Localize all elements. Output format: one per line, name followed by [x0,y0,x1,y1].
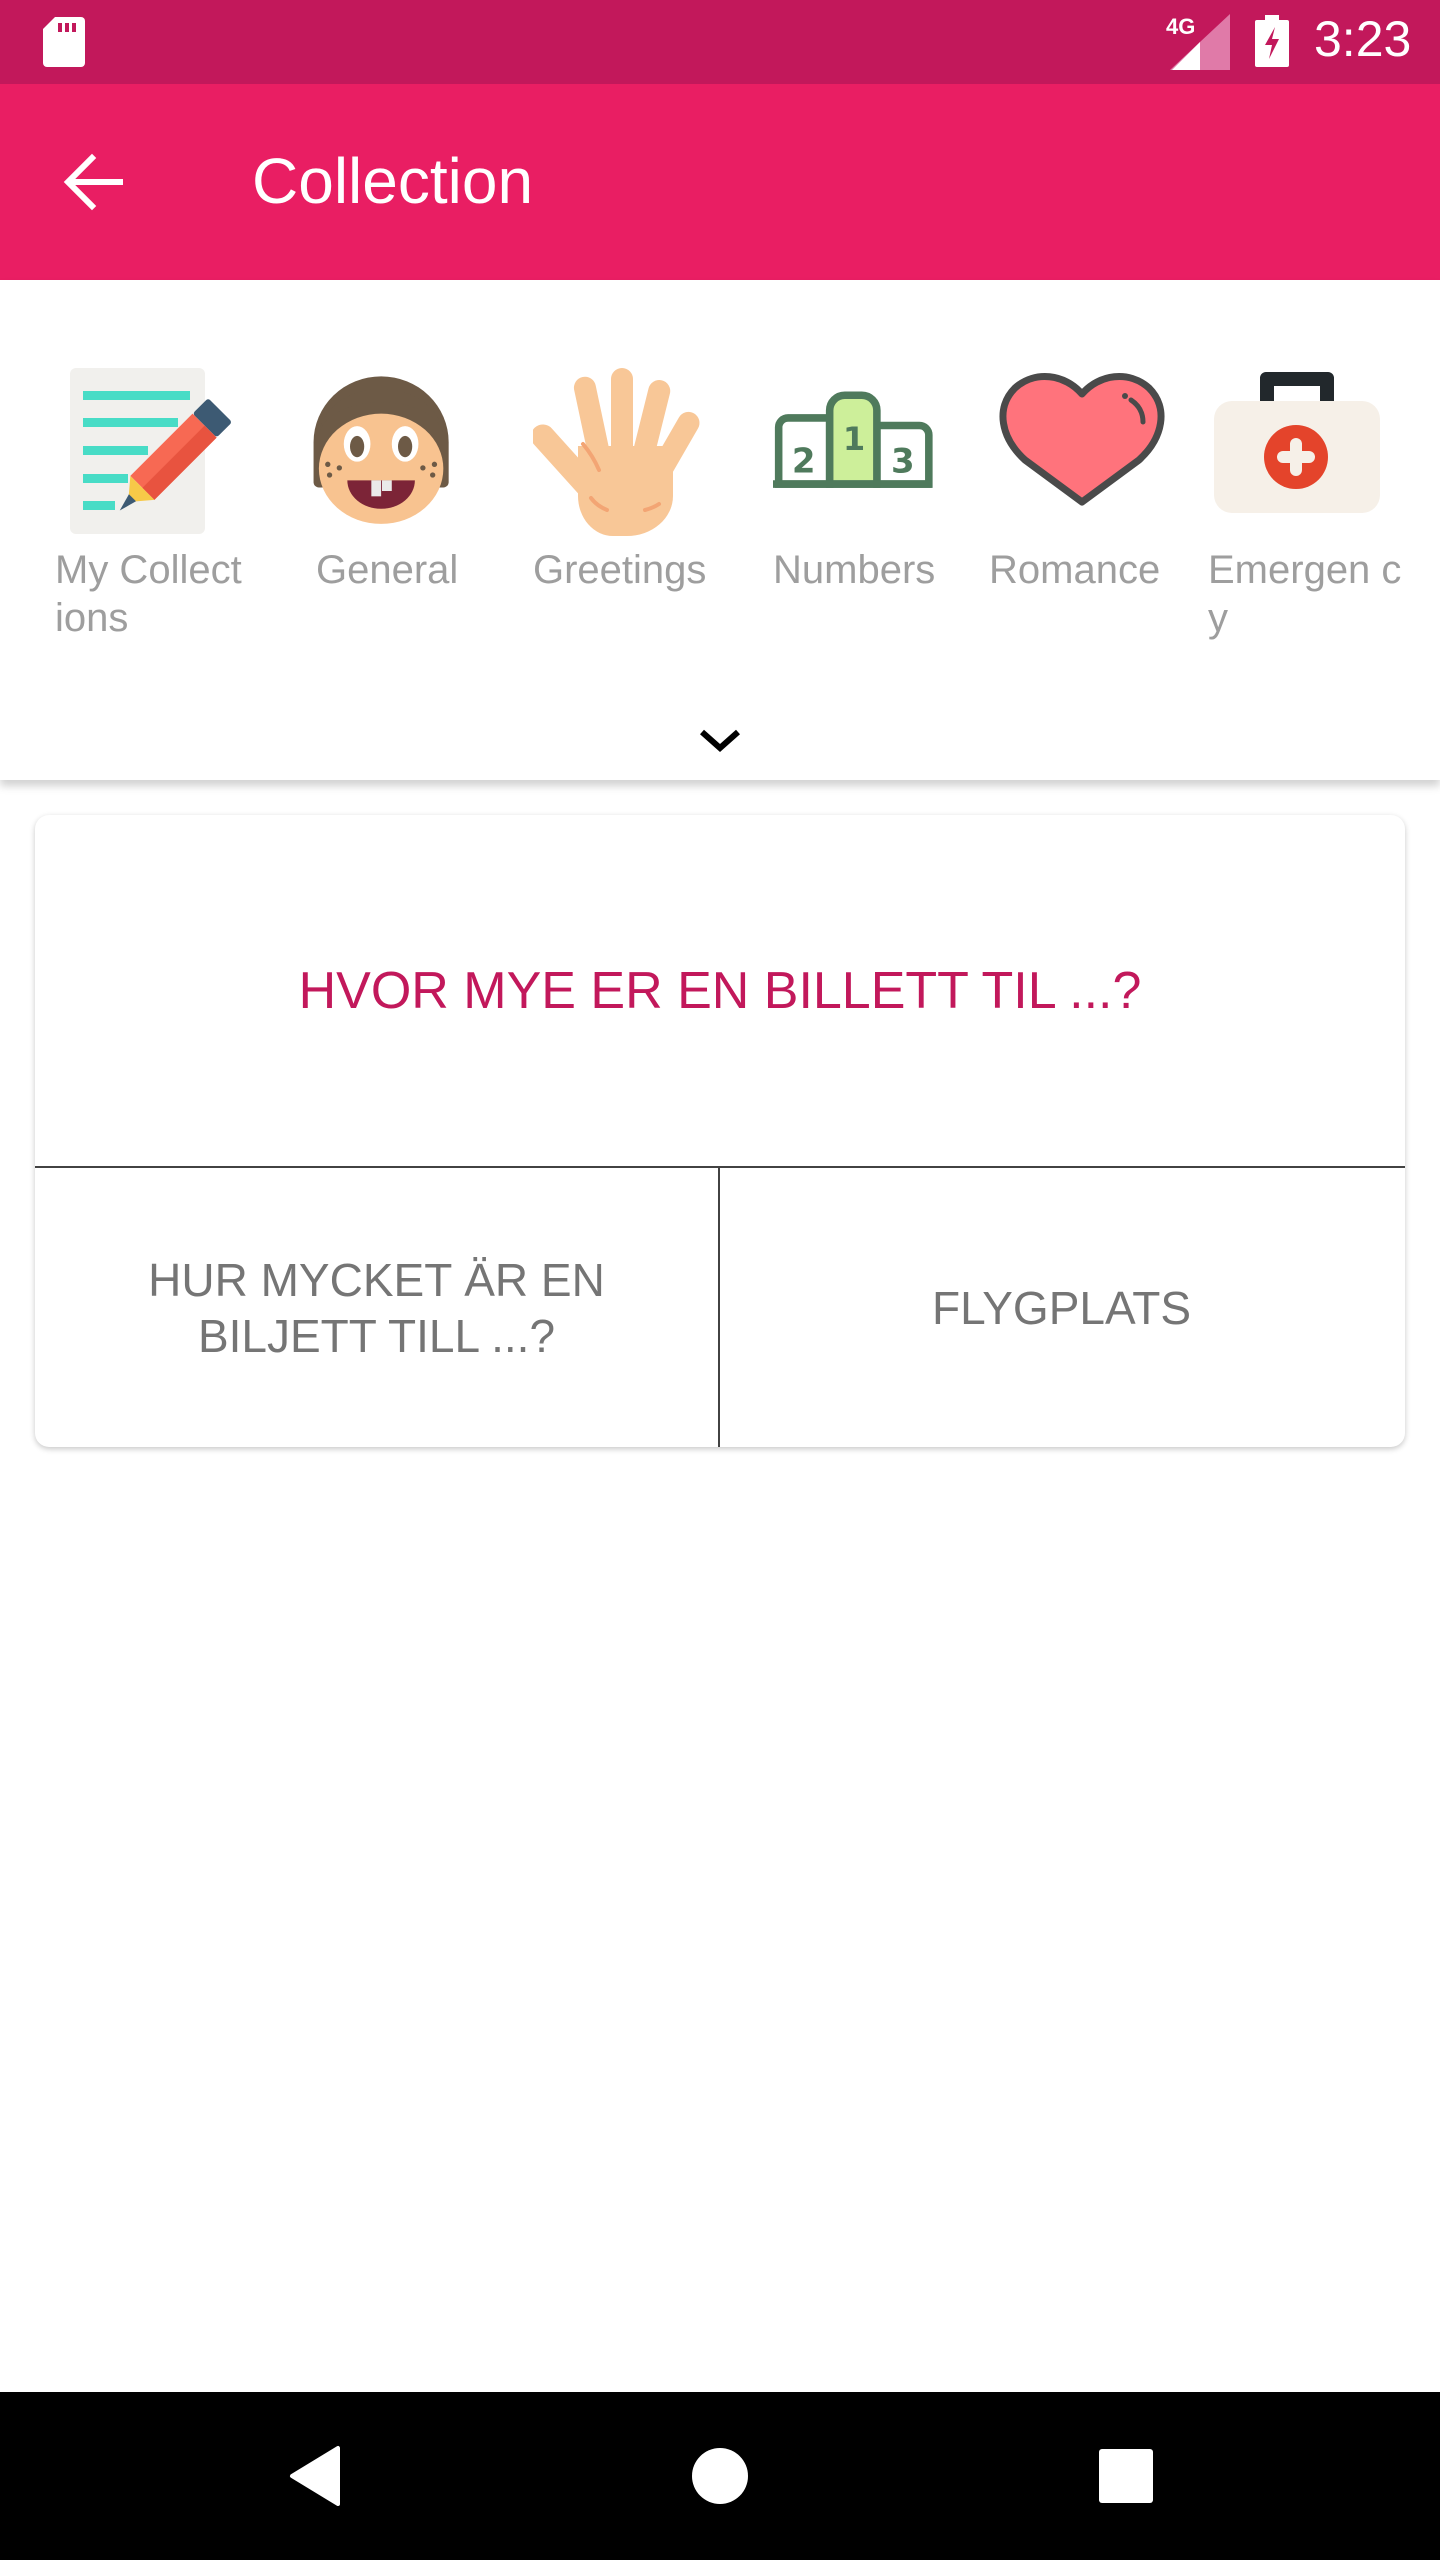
source-phrase-text: HVOR MYE ER EN BILLETT TIL ...? [298,961,1142,1020]
nav-back-button[interactable] [276,2436,356,2516]
expand-categories-button[interactable] [680,710,760,770]
category-label: My Collect ions [55,548,242,640]
translation-text: HUR MYCKET ÄR EN BILJETT TILL ...? [148,1253,605,1362]
arrow-back-icon [63,153,123,211]
nav-recents-button[interactable] [1086,2436,1166,2516]
phrase-card: HVOR MYE ER EN BILLETT TIL ...? HUR MYCK… [35,815,1405,1447]
category-label: Numbers [773,548,936,592]
category-panel: My Collect ions General Greetings 2 1 3 … [0,280,1440,780]
app-bar: Collection [0,84,1440,280]
category-romance[interactable]: Romance [989,366,1195,656]
notes-pencil-icon [70,368,231,534]
back-button[interactable] [56,142,136,222]
svg-text:1: 1 [843,420,865,458]
battery-charging-icon [1255,15,1289,67]
svg-text:3: 3 [891,442,915,482]
hand-icon [533,368,700,536]
related-word-text: FLYGPLATS [931,1281,1192,1334]
navigation-bar [0,2392,1440,2560]
category-greetings[interactable]: Greetings [533,366,733,656]
heart-icon [999,373,1165,506]
clock: 3:23 [1314,11,1412,67]
category-numbers[interactable]: 2 1 3 Numbers [773,366,973,656]
status-bar: 4G 3:23 [0,0,1440,84]
category-label: Romance [989,548,1161,592]
face-icon [313,376,449,524]
nav-home-icon [692,2448,748,2504]
nav-home-button[interactable] [680,2436,760,2516]
svg-text:2: 2 [792,442,816,482]
category-label: Greetings [533,548,707,592]
source-phrase[interactable]: HVOR MYE ER EN BILLETT TIL ...? [35,815,1405,1166]
page-title: Collection [252,145,534,217]
chevron-down-icon [700,729,740,753]
sd-card-icon [43,17,85,67]
related-word-cell[interactable]: FLYGPLATS [720,1168,1403,1447]
category-my-collections[interactable]: My Collect ions [55,366,255,656]
podium-icon: 2 1 3 [773,391,933,488]
translation-cell[interactable]: HUR MYCKET ÄR EN BILJETT TILL ...? [35,1168,718,1447]
category-label: General [316,548,459,592]
category-label: Emergen cy [1208,548,1402,640]
category-general[interactable]: General [310,366,510,656]
signal-icon [1170,14,1230,70]
nav-back-icon [290,2446,340,2506]
category-emergency[interactable]: Emergen cy [1208,366,1408,656]
first-aid-kit-icon [1214,372,1380,513]
nav-recents-icon [1099,2449,1153,2503]
